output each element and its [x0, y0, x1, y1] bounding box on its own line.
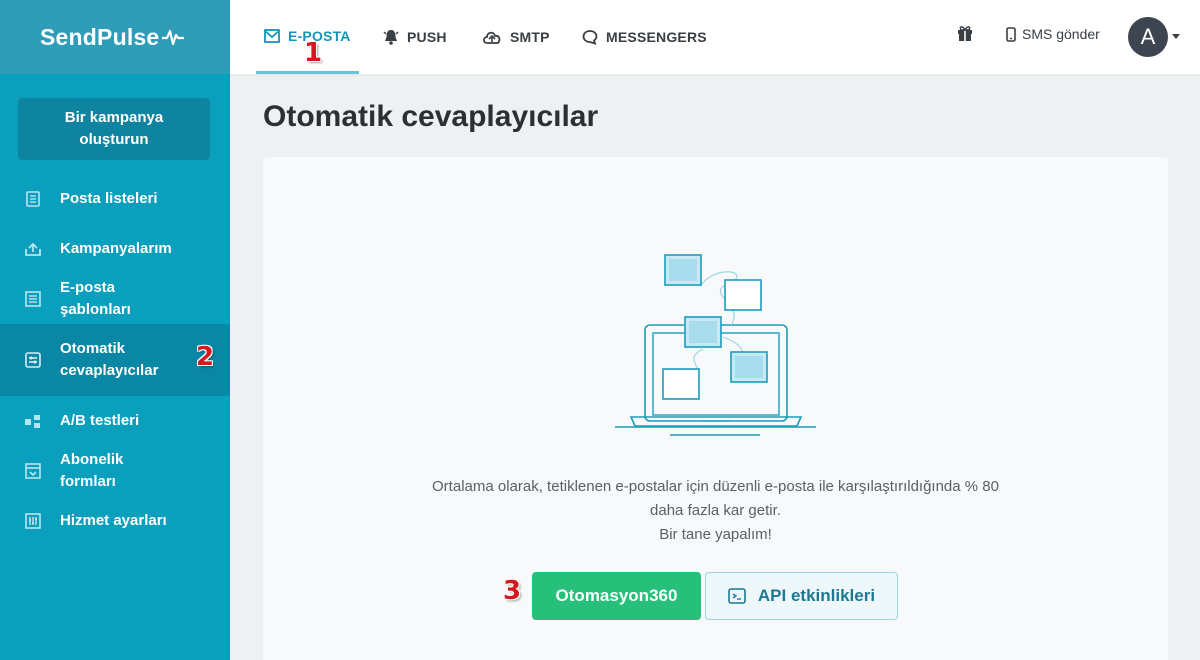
sidebar-item-email-templates[interactable]: E-posta şablonları	[0, 274, 230, 324]
chat-icon	[582, 29, 598, 45]
laptop-illustration	[615, 254, 816, 436]
sidebar: SendPulse Bir kampanya oluşturun Posta l…	[0, 0, 230, 660]
description-line: Ortalama olarak, tetiklenen e-postalar i…	[432, 478, 999, 495]
bell-icon	[383, 29, 399, 45]
tab-push[interactable]: PUSH	[383, 0, 447, 74]
annotation-marker-1: 1	[304, 38, 323, 68]
sidebar-item-mailing-lists[interactable]: Posta listeleri	[0, 174, 230, 224]
sidebar-item-campaigns[interactable]: Kampanyalarım	[0, 224, 230, 274]
sidebar-item-label: Abonelik formları	[60, 451, 124, 490]
sidebar-item-label: Otomatik cevaplayıcılar	[60, 340, 159, 379]
list-icon	[24, 190, 42, 208]
description-line: Bir tane yapalım!	[659, 526, 772, 543]
avatar[interactable]: A	[1128, 17, 1168, 57]
autoresponder-icon	[24, 351, 42, 369]
create-campaign-button[interactable]: Bir kampanya oluşturun	[18, 98, 210, 160]
sidebar-item-label: A/B testleri	[60, 412, 140, 429]
sidebar-item-label: E-posta şablonları	[60, 279, 131, 318]
sidebar-item-subscription-forms[interactable]: Abonelik formları	[0, 446, 230, 496]
sidebar-item-service-settings[interactable]: Hizmet ayarları	[0, 496, 230, 546]
api-events-button[interactable]: API etkinlikleri	[705, 572, 898, 620]
tab-label: MESSENGERS	[606, 29, 707, 45]
cloud-icon	[482, 29, 502, 45]
sidebar-item-label: Posta listeleri	[60, 190, 158, 207]
tab-smtp[interactable]: SMTP	[482, 0, 550, 74]
sidebar-item-ab-tests[interactable]: A/B testleri	[0, 396, 230, 446]
sidebar-item-label: Hizmet ayarları	[60, 512, 167, 529]
tab-messengers[interactable]: MESSENGERS	[582, 0, 707, 74]
automation360-button[interactable]: Otomasyon360	[532, 572, 701, 620]
empty-state-description: Ortalama olarak, tetiklenen e-postalar i…	[263, 475, 1168, 547]
forms-icon	[24, 462, 42, 480]
sms-send-link[interactable]: SMS gönder	[1006, 26, 1100, 42]
mail-icon	[264, 28, 280, 43]
tab-label: PUSH	[407, 29, 447, 45]
pulse-icon	[162, 29, 185, 46]
campaigns-icon	[24, 240, 42, 258]
templates-icon	[24, 290, 42, 308]
brand-name: SendPulse	[40, 23, 160, 50]
settings-icon	[24, 512, 42, 530]
sms-label: SMS gönder	[1022, 26, 1100, 42]
top-bar: E-POSTA PUSH SMTP MESSENGERS 1 SMS gönde…	[230, 0, 1200, 74]
api-events-label: API etkinlikleri	[757, 586, 876, 605]
sidebar-item-label: Kampanyalarım	[60, 240, 172, 257]
ab-test-icon	[24, 412, 42, 430]
description-line: daha fazla kar getir.	[650, 502, 781, 519]
empty-state-card: Ortalama olarak, tetiklenen e-postalar i…	[263, 157, 1168, 660]
annotation-marker-2: 2	[196, 342, 215, 372]
annotation-marker-3: 3	[503, 576, 522, 606]
gift-icon[interactable]	[956, 24, 974, 47]
page-title: Otomatik cevaplayıcılar	[263, 100, 599, 133]
terminal-icon	[728, 588, 746, 604]
chevron-down-icon[interactable]	[1172, 34, 1180, 39]
tab-label: SMTP	[510, 29, 550, 45]
logo[interactable]: SendPulse	[0, 0, 230, 74]
phone-icon	[1006, 26, 1016, 42]
